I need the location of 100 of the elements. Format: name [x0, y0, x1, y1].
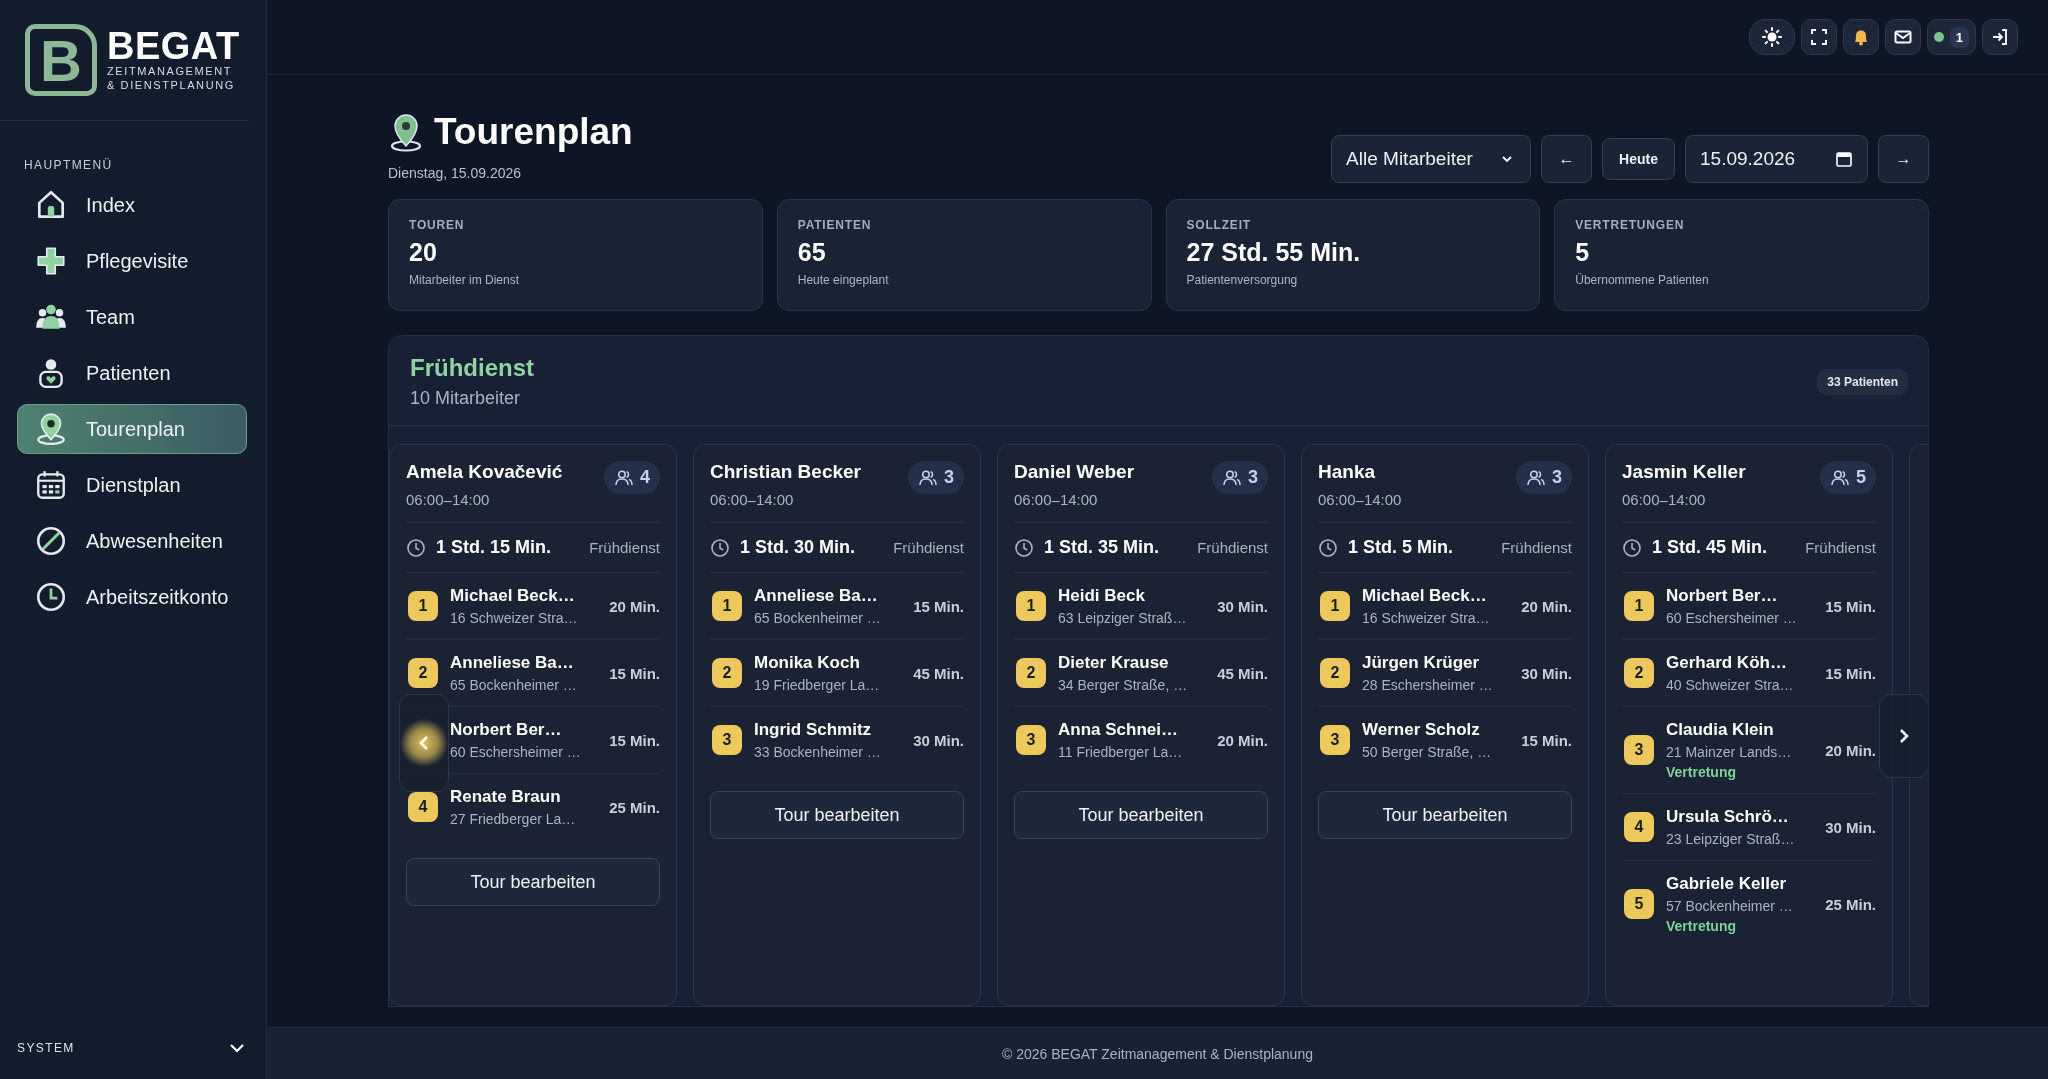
stat-label: PATIENTEN	[797, 218, 873, 232]
patient-address: 40 Schweizer Stra…	[1666, 677, 1795, 693]
stop-number: 1	[712, 591, 742, 621]
shift-hours: 06:00–14:00	[1014, 491, 1099, 508]
total-duration: 1 Std. 5 Min.	[1348, 537, 1453, 558]
employee-filter-dropdown[interactable]: Alle Mitarbeiter	[1331, 135, 1532, 183]
map-pin-icon	[388, 112, 424, 152]
shift-name: Frühdienst	[893, 539, 964, 556]
visit-duration: 15 Min.	[1825, 597, 1876, 615]
employee-name: Daniel Weber	[1014, 461, 1135, 483]
substitute-label: Vertretung	[1666, 764, 1737, 780]
total-duration: 1 Std. 35 Min.	[1044, 537, 1160, 558]
patient-count-badge: 5	[1820, 461, 1876, 494]
shift-subtitle: 10 Mitarbeiter	[410, 388, 522, 409]
sidebar-item[interactable]: Arbeitszeitkonto	[17, 572, 247, 622]
patient-address: 23 Leipziger Straß…	[1666, 831, 1796, 847]
sidebar-item[interactable]: Patienten	[17, 348, 247, 398]
stat-label: VERTRETUNGEN	[1575, 218, 1686, 232]
clock-icon	[1014, 537, 1034, 558]
stat-value: 5	[1575, 238, 1591, 267]
patient-name: Anna Schnei…	[1058, 720, 1179, 740]
sidebar-item[interactable]: Abwesenheiten	[17, 516, 247, 566]
stop-number: 2	[1016, 658, 1046, 688]
stat-value: 27 Std. 55 Min.	[1186, 238, 1362, 267]
patient-address: 60 Eschersheimer …	[450, 744, 582, 760]
employee-name: Christian Becker	[710, 461, 861, 483]
fullscreen-button[interactable]	[1800, 19, 1837, 55]
patient-address: 16 Schweizer Stra…	[450, 610, 579, 626]
clock-icon	[34, 580, 68, 614]
edit-tour-button[interactable]: Tour bearbeiten	[1318, 791, 1572, 839]
patient-address: 27 Friedberger La…	[450, 811, 577, 827]
patient-count-badge: 33 Patienten	[1817, 368, 1908, 395]
fullscreen-icon	[1808, 27, 1829, 47]
section-title: SYSTEM	[17, 1041, 75, 1055]
clock-icon	[710, 537, 730, 558]
patient-address: 50 Berger Straße, …	[1362, 744, 1493, 760]
page-subtitle: Dienstag, 15.09.2026	[388, 165, 523, 181]
patient-name: Ingrid Schmitz	[754, 720, 873, 740]
visit-duration: 30 Min.	[1521, 664, 1572, 682]
patient-address: 34 Berger Straße, …	[1058, 677, 1189, 693]
total-duration: 1 Std. 30 Min.	[740, 537, 856, 558]
notifications-button[interactable]	[1842, 19, 1879, 55]
stat-label: TOUREN	[409, 218, 466, 232]
employee-name: Amela Kovačević	[406, 461, 563, 483]
patient-count-badge: 3	[1212, 461, 1268, 494]
messages-button[interactable]	[1884, 19, 1921, 55]
patient-count-badge: 3	[1516, 461, 1572, 494]
page-title: Tourenplan	[434, 111, 633, 153]
patient-name: Jürgen Krüger	[1362, 653, 1481, 673]
next-day-button[interactable]: →	[1878, 135, 1929, 183]
brand-name: BEGAT	[107, 27, 240, 66]
patient-name: Claudia Klein	[1666, 720, 1775, 740]
sidebar-item[interactable]: Dienstplan	[17, 460, 247, 510]
shift-hours: 06:00–14:00	[710, 491, 795, 508]
slash-circle-icon	[34, 524, 68, 558]
status-button[interactable]: 1	[1926, 19, 1976, 55]
visit-duration: 30 Min.	[1825, 818, 1876, 836]
edit-tour-button[interactable]: Tour bearbeiten	[1014, 791, 1268, 839]
edit-tour-button[interactable]: Tour bearbeiten	[406, 858, 660, 906]
patient-address: 65 Bockenheimer …	[754, 610, 882, 626]
scroll-left-button[interactable]	[399, 694, 449, 792]
today-button[interactable]: Heute	[1602, 138, 1675, 180]
plus-icon	[34, 244, 68, 278]
previous-day-button[interactable]: ←	[1541, 135, 1593, 183]
shift-title: Frühdienst	[410, 354, 534, 382]
patient-name: Heidi Beck	[1058, 586, 1146, 606]
logout-button[interactable]	[1982, 19, 2018, 55]
patient-name: Werner Scholz	[1362, 720, 1481, 740]
employee-name: Hanka	[1318, 461, 1377, 483]
patient-address: 19 Friedberger La…	[754, 677, 881, 693]
patient-name: Michael Beck…	[450, 586, 576, 606]
visit-duration: 30 Min.	[913, 731, 964, 749]
total-duration: 1 Std. 15 Min.	[436, 537, 552, 558]
patient-name: Gerhard Köh…	[1666, 653, 1788, 673]
theme-toggle-button[interactable]	[1748, 19, 1795, 55]
sidebar-item[interactable]: Tourenplan	[17, 404, 247, 454]
calendar-icon	[34, 468, 68, 502]
patient-address: 11 Friedberger La…	[1058, 744, 1184, 760]
visit-duration: 45 Min.	[913, 664, 964, 682]
visit-duration: 45 Min.	[1217, 664, 1268, 682]
patient-address: 16 Schweizer Stra…	[1362, 610, 1491, 626]
patient-name: Michael Beck…	[1362, 586, 1488, 606]
shift-name: Frühdienst	[1805, 539, 1876, 556]
patient-address: 65 Bockenheimer …	[450, 677, 578, 693]
date-field[interactable]: 15.09.2026	[1685, 135, 1868, 183]
patient-name: Norbert Ber…	[450, 720, 563, 740]
stat-caption: Übernommene Patienten	[1575, 273, 1710, 287]
patient-name: Gabriele Keller	[1666, 874, 1787, 894]
patient-name: Norbert Ber…	[1666, 586, 1779, 606]
sidebar-item[interactable]: Team	[17, 292, 247, 342]
sidebar-item[interactable]: Index	[17, 180, 247, 230]
visit-duration: 20 Min.	[1217, 731, 1268, 749]
clock-icon	[406, 537, 426, 558]
stat-value: 20	[409, 238, 438, 267]
stop-number: 3	[1624, 735, 1654, 765]
stop-number: 1	[1624, 591, 1654, 621]
edit-tour-button[interactable]: Tour bearbeiten	[710, 791, 964, 839]
stop-number: 2	[712, 658, 742, 688]
sidebar-item[interactable]: Pflegevisite	[17, 236, 247, 286]
patient-name: Monika Koch	[754, 653, 861, 673]
